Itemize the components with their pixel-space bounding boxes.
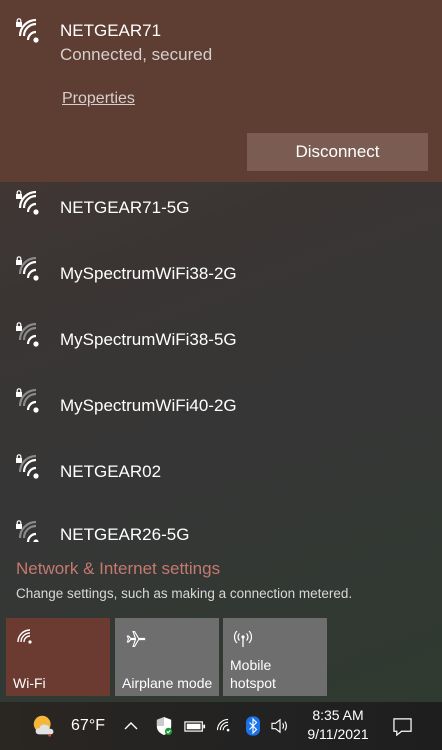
network-ssid: NETGEAR26-5G (60, 525, 190, 542)
secured-wifi-icon (14, 388, 44, 418)
mobile-hotspot-tile[interactable]: Mobile hotspot (223, 618, 327, 696)
secured-wifi-icon (14, 256, 44, 286)
airplane-tile-label: Airplane mode (122, 675, 213, 691)
clock-time: 8:35 AM (312, 707, 364, 723)
network-item[interactable]: MySpectrumWiFi38-2G (0, 248, 442, 308)
secured-wifi-icon (14, 190, 44, 220)
battery-icon[interactable] (182, 702, 208, 750)
network-ssid: NETGEAR02 (60, 462, 162, 481)
properties-link[interactable]: Properties (62, 90, 135, 108)
network-item[interactable]: NETGEAR02 (0, 446, 442, 506)
clock[interactable]: 8:35 AM 9/11/2021 (300, 706, 376, 744)
network-ssid: MySpectrumWiFi38-2G (60, 264, 237, 283)
network-item[interactable]: NETGEAR26-5G (0, 512, 442, 542)
airplane-icon (124, 628, 146, 650)
network-ssid: MySpectrumWiFi38-5G (60, 330, 237, 349)
network-settings-description: Change settings, such as making a connec… (16, 586, 353, 601)
security-shield-icon[interactable] (152, 702, 176, 750)
bluetooth-icon[interactable] (242, 702, 264, 750)
hotspot-icon (232, 628, 254, 650)
secured-wifi-icon (14, 520, 44, 542)
partly-sunny-icon (33, 715, 54, 737)
wifi-tile-label: Wi-Fi (13, 675, 46, 691)
volume-icon[interactable] (268, 702, 292, 750)
disconnect-button[interactable]: Disconnect (247, 133, 428, 171)
secured-wifi-icon (14, 322, 44, 352)
network-settings-link[interactable]: Network & Internet settings (16, 559, 220, 579)
chevron-up-icon[interactable] (120, 702, 142, 750)
network-flyout: NETGEAR71 Connected, secured Properties … (0, 0, 442, 702)
hotspot-tile-label-line2: hotspot (230, 675, 276, 691)
network-item[interactable]: MySpectrumWiFi38-5G (0, 314, 442, 374)
wifi-toggle-tile[interactable]: Wi-Fi (6, 618, 110, 696)
network-ssid: NETGEAR71-5G (60, 198, 190, 217)
wifi-status-icon[interactable] (212, 702, 236, 750)
connected-network[interactable]: NETGEAR71 Connected, secured Properties … (0, 0, 442, 182)
network-item[interactable]: MySpectrumWiFi40-2G (0, 380, 442, 440)
secured-wifi-icon (14, 18, 44, 48)
notification-center-icon[interactable] (388, 702, 416, 750)
weather-widget[interactable] (28, 702, 62, 750)
connected-ssid: NETGEAR71 (60, 21, 162, 40)
secured-wifi-icon (14, 454, 44, 484)
network-item[interactable]: NETGEAR71-5G (0, 182, 442, 242)
hotspot-tile-label-line1: Mobile (230, 657, 272, 673)
airplane-mode-tile[interactable]: Airplane mode (115, 618, 219, 696)
network-ssid: MySpectrumWiFi40-2G (60, 396, 237, 415)
wifi-icon (15, 628, 37, 650)
weather-temperature[interactable]: 67°F (66, 702, 110, 750)
clock-date: 9/11/2021 (307, 726, 369, 742)
connection-status: Connected, secured (60, 45, 213, 64)
